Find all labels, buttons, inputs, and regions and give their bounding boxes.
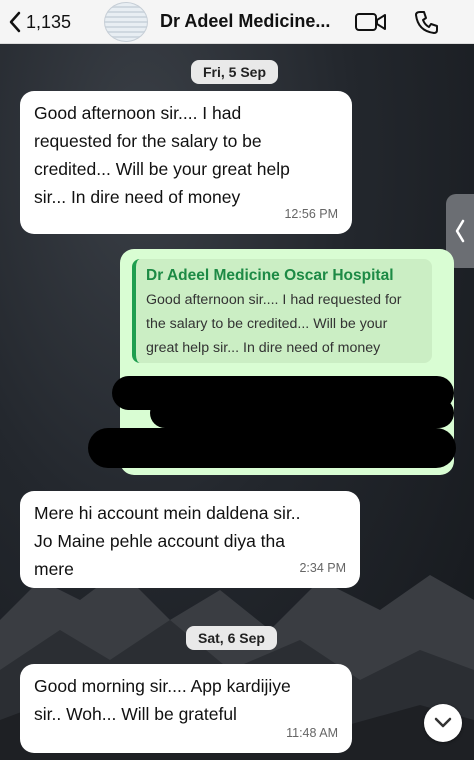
phone-icon[interactable] <box>414 9 440 35</box>
chat-header: 1,135 Dr Adeel Medicine... <box>0 0 474 44</box>
quoted-text: great help sir... In dire need of money <box>146 340 381 356</box>
chevron-left-icon <box>455 219 465 243</box>
message-time: 2:34 PM <box>299 561 346 575</box>
redaction-mark <box>88 428 456 468</box>
quoted-text: the salary to be credited... Will be you… <box>146 316 388 332</box>
avatar[interactable] <box>104 2 148 42</box>
incoming-message[interactable]: Good afternoon sir.... I had requested f… <box>20 91 352 234</box>
message-text: requested for the salary to be <box>34 131 262 151</box>
message-time: 11:48 AM <box>286 726 338 740</box>
message-time: 12:56 PM <box>284 207 338 221</box>
quoted-sender-name: Dr Adeel Medicine Oscar Hospital <box>146 267 394 284</box>
redaction-mark <box>150 398 454 428</box>
scroll-to-bottom-button[interactable] <box>424 704 462 742</box>
quoted-text: Good afternoon sir.... I had requested f… <box>146 292 402 308</box>
contact-name[interactable]: Dr Adeel Medicine... <box>160 11 330 32</box>
message-text: Good afternoon sir.... I had <box>34 103 242 123</box>
message-text: Good morning sir.... App kardijiye <box>34 676 291 696</box>
chevron-left-icon <box>9 11 21 33</box>
incoming-message[interactable]: Mere hi account mein daldena sir.. Jo Ma… <box>20 491 360 588</box>
back-button[interactable]: 1,135 <box>8 8 71 36</box>
message-text: Mere hi account mein daldena sir.. <box>34 503 301 523</box>
chevron-down-icon <box>434 717 452 728</box>
date-separator: Fri, 5 Sep <box>191 60 279 84</box>
incoming-message[interactable]: Good morning sir.... App kardijiye sir..… <box>20 664 352 753</box>
unread-count: 1,135 <box>26 11 72 32</box>
date-separator: Sat, 6 Sep <box>186 626 277 650</box>
message-text: credited... Will be your great help <box>34 159 290 179</box>
quoted-message[interactable]: Dr Adeel Medicine Oscar Hospital Good af… <box>132 259 432 363</box>
video-call-icon[interactable] <box>354 10 388 34</box>
message-text: Jo Maine pehle account diya tha <box>34 531 285 551</box>
